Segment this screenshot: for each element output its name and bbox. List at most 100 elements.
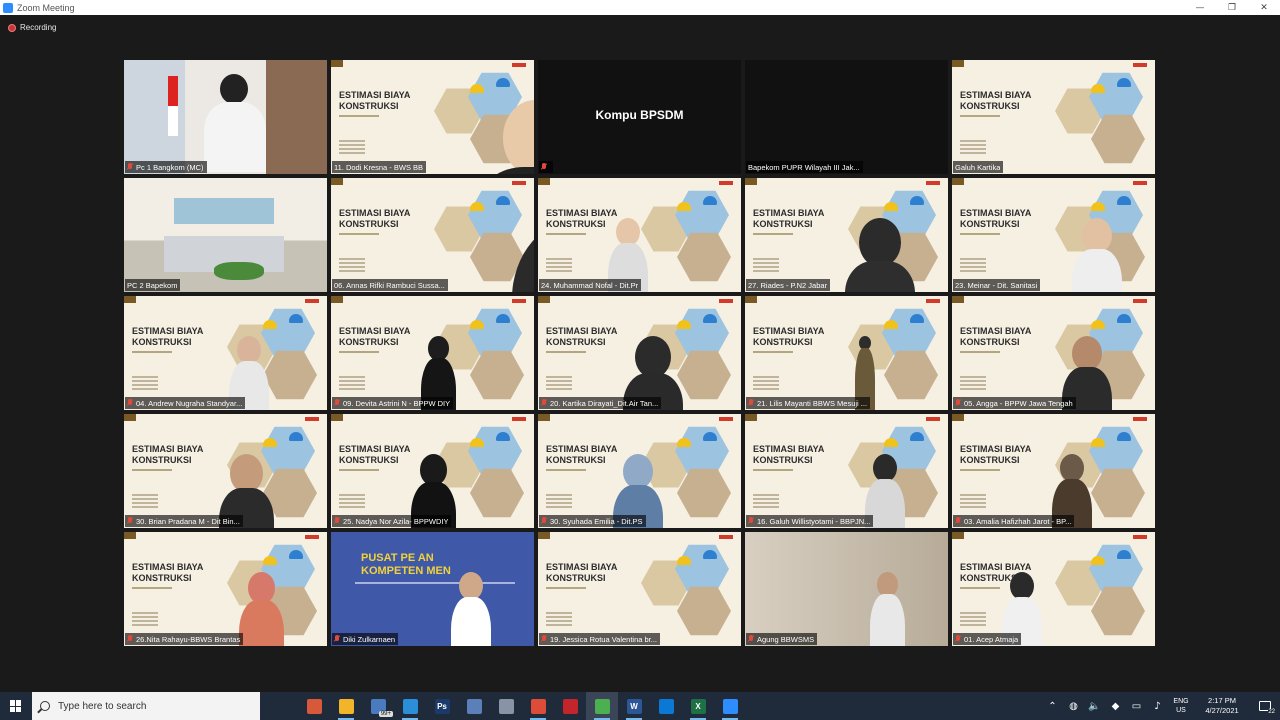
muted-mic-icon: [541, 399, 547, 407]
slide-header-strip: [124, 532, 327, 539]
participant-name: 25. Nadya Nor Azila- BPPWDIY: [343, 516, 449, 526]
participant-tile[interactable]: ESTIMASI BIAYA KONSTRUKSI 24. Muhammad Nof…: [538, 178, 741, 292]
participant-tile[interactable]: ESTIMASI BIAYA KONSTRUKSI 23. Meinar - Dit…: [952, 178, 1155, 292]
taskbar-search[interactable]: Type here to search: [32, 692, 260, 720]
system-tray: ⌃ ◍ 🔈 ◆ ▭ ♪ ENG US 2:17 PM 4/27/2021 22: [1042, 692, 1280, 720]
slide-subtitle: [132, 587, 172, 589]
slide-subtitle: [132, 469, 172, 471]
participant-tile[interactable]: ESTIMASI BIAYA KONSTRUKSI Galuh Kartika: [952, 60, 1155, 174]
participant-tile[interactable]: PC 2 Bapekom: [124, 178, 327, 292]
file-explorer-icon: [338, 698, 354, 714]
mail-badge: 99+: [378, 711, 393, 717]
participant-name-label: Bapekom PUPR Wilayah III Jak...: [746, 161, 863, 173]
taskbar-app-monitor[interactable]: [458, 692, 490, 720]
participant-tile[interactable]: ESTIMASI BIAYA KONSTRUKSI 06. Annas Rifki …: [331, 178, 534, 292]
window-title: Zoom Meeting: [17, 2, 75, 13]
taskbar-app-zoom[interactable]: [714, 692, 746, 720]
participant-name-label: Diki Zulkarnaen: [332, 633, 399, 645]
participant-tile[interactable]: ESTIMASI BIAYA KONSTRUKSI 03. Amalia Hafiz…: [952, 414, 1155, 528]
clock-date: 4/27/2021: [1205, 706, 1239, 715]
slide-heading: ESTIMASI BIAYA KONSTRUKSI: [546, 444, 618, 465]
slide-hexagon-graphic: [637, 540, 737, 640]
participant-tile[interactable]: ESTIMASI BIAYA KONSTRUKSI 30. Brian Pradan…: [124, 414, 327, 528]
slide-heading: ESTIMASI BIAYA KONSTRUKSI: [546, 326, 618, 347]
participant-name: 11. Dodi Kresna - BWS BB: [334, 162, 424, 172]
participant-tile[interactable]: ESTIMASI BIAYA KONSTRUKSI 27. Riades - P.N…: [745, 178, 948, 292]
start-button[interactable]: [0, 692, 32, 720]
slide-footer-text: [132, 612, 158, 626]
slide-tag: [305, 299, 319, 303]
taskbar-app-photos[interactable]: [650, 692, 682, 720]
language-region: US: [1176, 707, 1186, 714]
participant-name: 01. Acep Atmaja: [964, 634, 1019, 644]
restore-button[interactable]: ❐: [1216, 0, 1248, 15]
slide-header-strip: [331, 178, 534, 185]
participant-tile[interactable]: ESTIMASI BIAYA KONSTRUKSI 11. Dodi Kresna …: [331, 60, 534, 174]
taskbar-app-photoshop[interactable]: Ps: [426, 692, 458, 720]
taskbar-app-excel[interactable]: X: [682, 692, 714, 720]
pusat-slide-title: PUSAT PE AN KOMPETEN MEN: [361, 552, 451, 577]
slide-subtitle: [339, 233, 379, 235]
taskbar-app-chrome[interactable]: [522, 692, 554, 720]
slide-heading: ESTIMASI BIAYA KONSTRUKSI: [546, 562, 618, 583]
slide-footer-text: [960, 376, 986, 390]
participant-tile[interactable]: ESTIMASI BIAYA KONSTRUKSI 30. Syuhada Emil…: [538, 414, 741, 528]
slide-header-strip: [124, 296, 327, 303]
taskbar-app-pen[interactable]: [298, 692, 330, 720]
notification-count: 22: [1268, 709, 1275, 715]
participant-tile[interactable]: Agung BBWSMS: [745, 532, 948, 646]
slide-footer-text: [960, 140, 986, 154]
speaker-icon[interactable]: 🔈: [1084, 692, 1105, 720]
photoshop-icon: Ps: [434, 698, 450, 714]
participant-tile[interactable]: Bapekom PUPR Wilayah III Jak...: [745, 60, 948, 174]
participant-tile[interactable]: ESTIMASI BIAYA KONSTRUKSI 01. Acep Atmaja: [952, 532, 1155, 646]
plant: [214, 262, 264, 280]
slide-footer-text: [132, 494, 158, 508]
taskbar-app-file-explorer[interactable]: [330, 692, 362, 720]
participant-tile[interactable]: PUSAT PE AN KOMPETEN MEN Diki Zulkarnaen: [331, 532, 534, 646]
participant-name: 20. Kartika Dirayati_Dit.Air Tan...: [550, 398, 659, 408]
participant-tile[interactable]: ESTIMASI BIAYA KONSTRUKSI 21. Lilis Mayant…: [745, 296, 948, 410]
participant-tile[interactable]: ESTIMASI BIAYA KONSTRUKSI 26.Nita Rahayu-B…: [124, 532, 327, 646]
participant-tile[interactable]: ESTIMASI BIAYA KONSTRUKSI 16. Galuh Willis…: [745, 414, 948, 528]
taskbar-app-word[interactable]: W: [618, 692, 650, 720]
minimize-button[interactable]: —: [1184, 0, 1216, 15]
taskbar-app-chrome-profile[interactable]: [586, 692, 618, 720]
taskbar-app-cloud[interactable]: [490, 692, 522, 720]
slide-tag: [719, 535, 733, 539]
recording-indicator[interactable]: Recording: [8, 23, 56, 32]
slide-subtitle: [960, 115, 1000, 117]
chevron-up-icon[interactable]: ⌃: [1042, 692, 1063, 720]
participant-tile[interactable]: ESTIMASI BIAYA KONSTRUKSI 20. Kartika Dira…: [538, 296, 741, 410]
participant-tile[interactable]: ESTIMASI BIAYA KONSTRUKSI 09. Devita Astri…: [331, 296, 534, 410]
notification-center-button[interactable]: 22: [1250, 692, 1280, 720]
participant-name-label: 24. Muhammad Nofal - Dit.Pr: [539, 279, 642, 291]
taskbar-app-mail[interactable]: 99+: [362, 692, 394, 720]
taskbar-app-task-view[interactable]: [266, 692, 298, 720]
excel-icon: X: [690, 698, 706, 714]
slide-footer-text: [753, 258, 779, 272]
taskbar-app-edge[interactable]: [394, 692, 426, 720]
participant-name-label: 25. Nadya Nor Azila- BPPWDIY: [332, 515, 452, 527]
participant-tile[interactable]: Kompu BPSDM: [538, 60, 741, 174]
volume-icon[interactable]: ♪: [1147, 692, 1168, 720]
participant-tile[interactable]: ESTIMASI BIAYA KONSTRUKSI 04. Andrew Nugra…: [124, 296, 327, 410]
participant-tile[interactable]: ESTIMASI BIAYA KONSTRUKSI 25. Nadya Nor Az…: [331, 414, 534, 528]
slide-tag: [305, 417, 319, 421]
close-button[interactable]: ✕: [1248, 0, 1280, 15]
slide-heading: ESTIMASI BIAYA KONSTRUKSI: [960, 208, 1032, 229]
participant-tile[interactable]: ESTIMASI BIAYA KONSTRUKSI 19. Jessica Rotu…: [538, 532, 741, 646]
network-icon[interactable]: ▭: [1126, 692, 1147, 720]
taskbar-app-acrobat[interactable]: [554, 692, 586, 720]
participant-tile[interactable]: ESTIMASI BIAYA KONSTRUKSI 05. Angga - BPPW…: [952, 296, 1155, 410]
taskbar-clock[interactable]: 2:17 PM 4/27/2021: [1194, 696, 1250, 716]
slide-subtitle: [960, 351, 1000, 353]
participant-name: Agung BBWSMS: [757, 634, 815, 644]
participant-tile[interactable]: Pc 1 Bangkom (MC): [124, 60, 327, 174]
slide-header-strip: [745, 296, 948, 303]
slide-subtitle: [753, 469, 793, 471]
slide-heading: ESTIMASI BIAYA KONSTRUKSI: [132, 562, 204, 583]
dropbox-icon[interactable]: ◆: [1105, 692, 1126, 720]
security-icon[interactable]: ◍: [1063, 692, 1084, 720]
language-indicator[interactable]: ENG US: [1168, 697, 1194, 715]
